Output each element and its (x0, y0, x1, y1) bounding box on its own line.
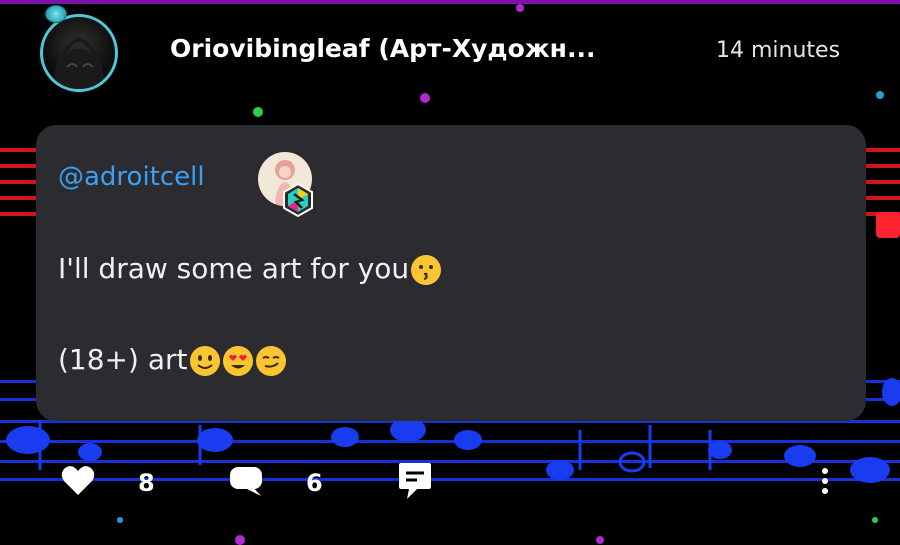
comment-line-1-text: I'll draw some art for you (58, 252, 410, 285)
heart-icon[interactable] (60, 463, 96, 497)
comment-line-2: (18+) art (58, 343, 287, 377)
author-username[interactable]: Oriovibingleaf (Арт-Художн... (170, 34, 595, 63)
post-actions: 8 6 (0, 455, 900, 515)
mention-link[interactable]: @adroitcell (58, 162, 205, 192)
heart-eyes-emoji (222, 346, 253, 376)
comment-count: 6 (306, 469, 323, 497)
smirk-emoji (255, 346, 286, 376)
comment-line-1: I'll draw some art for you (58, 252, 442, 286)
comment-line-2-text: (18+) art (58, 343, 188, 376)
more-vertical-icon[interactable] (810, 461, 840, 501)
comment-card: @adroitcell I'll draw some art for you (… (36, 125, 866, 421)
smile-emoji (189, 346, 220, 376)
avatar-frame-badge (45, 5, 67, 23)
author-avatar[interactable] (40, 14, 118, 92)
post-header: Oriovibingleaf (Арт-Художн... 14 minutes (0, 0, 900, 110)
kiss-emoji (411, 255, 442, 285)
share-icon[interactable] (397, 461, 433, 501)
post-timestamp: 14 minutes (716, 38, 841, 63)
mention-level-badge-icon (283, 182, 313, 218)
avatar-figure (53, 37, 105, 89)
comment-bubble-icon[interactable] (229, 465, 263, 497)
like-count: 8 (138, 469, 155, 497)
